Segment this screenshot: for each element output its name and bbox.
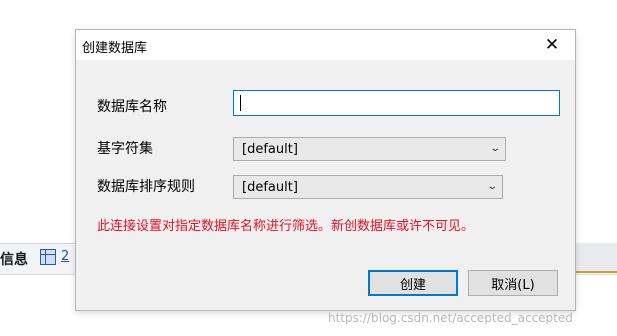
chevron-down-icon: ⌄	[488, 143, 501, 154]
table-grid-icon	[40, 249, 56, 265]
database-name-label: 数据库名称	[97, 99, 167, 115]
background-right-panel	[573, 243, 617, 273]
charset-select[interactable]: [default] ⌄	[233, 137, 506, 161]
filter-warning-text: 此连接设置对指定数据库名称进行筛选。新创数据库或许不可见。	[97, 219, 475, 234]
cancel-button-label: 取消(L)	[491, 277, 535, 293]
watermark-text: https://blog.csdn.net/accepted_accepted	[328, 311, 573, 325]
close-button[interactable]: ✕	[529, 30, 575, 60]
create-button-label: 创建	[399, 277, 426, 293]
create-database-dialog: 创建数据库 ✕ 数据库名称 基字符集 [default] ⌄ 数据库排序规则 […	[75, 29, 576, 311]
dialog-title: 创建数据库	[82, 41, 148, 56]
background-tab-info[interactable]: 信息	[0, 249, 28, 269]
cancel-button[interactable]: 取消(L)	[468, 270, 558, 296]
text-caret	[240, 95, 241, 111]
database-name-input[interactable]	[233, 90, 560, 116]
charset-value: [default]	[242, 142, 298, 157]
collation-select[interactable]: [default] ⌄	[233, 175, 503, 199]
dialog-titlebar[interactable]: 创建数据库 ✕	[76, 30, 575, 60]
close-icon: ✕	[544, 35, 560, 55]
collation-value: [default]	[242, 180, 298, 195]
chevron-down-icon: ⌄	[485, 181, 498, 192]
charset-label: 基字符集	[97, 141, 153, 157]
collation-label: 数据库排序规则	[97, 179, 195, 195]
create-button[interactable]: 创建	[368, 270, 458, 296]
background-tab-number[interactable]: 2	[61, 249, 69, 264]
